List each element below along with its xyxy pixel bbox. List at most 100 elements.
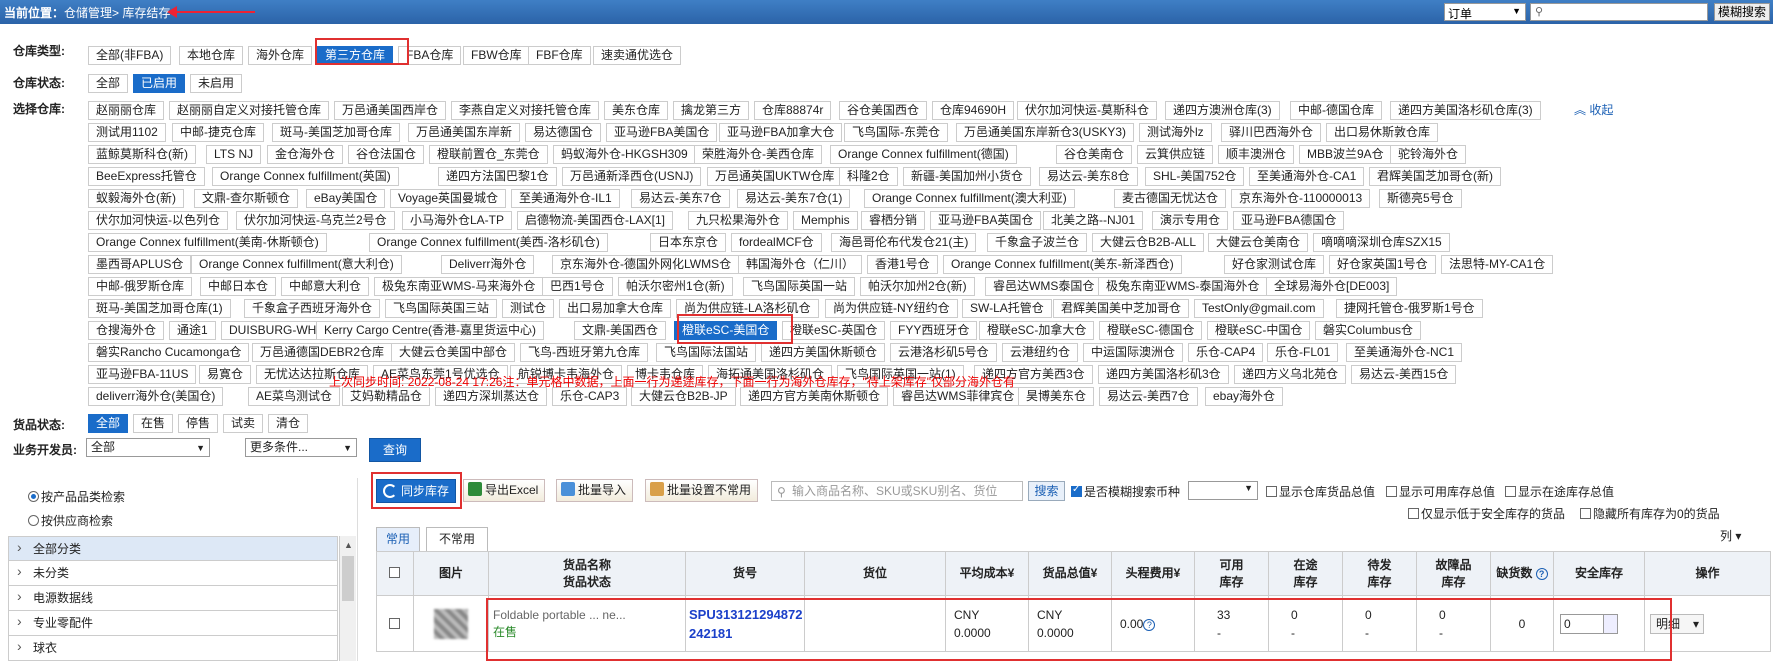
warehouse-option[interactable]: 帕沃尔密州1仓(新) <box>618 277 733 296</box>
warehouse-state-option[interactable]: 全部 <box>88 74 129 93</box>
warehouse-option[interactable]: 好仓家英国1号仓 <box>1329 255 1436 274</box>
warehouse-option[interactable]: 飞鸟国际英国一站 <box>743 277 856 296</box>
warehouse-option[interactable]: 墨西哥APLUS仓 <box>88 255 192 274</box>
query-button[interactable]: 查询 <box>369 438 421 462</box>
warehouse-option[interactable]: 橙联eSC-英国仓 <box>782 321 886 340</box>
warehouse-option[interactable]: 巴西1号仓 <box>542 277 613 296</box>
export-excel-button[interactable]: 导出Excel <box>463 479 546 502</box>
warehouse-option[interactable]: 蚂蚁海外仓-HKGSH309 <box>553 145 696 164</box>
warehouse-option[interactable]: SW-LA托管仓 <box>962 299 1052 318</box>
warehouse-option[interactable]: 驼铃海外仓 <box>1390 145 1467 164</box>
warehouse-option[interactable]: 千象盒子西班牙海外仓 <box>244 299 381 318</box>
warehouse-option[interactable]: Kerry Cargo Centre(香港-嘉里货运中心) <box>316 321 545 340</box>
warehouse-option[interactable]: 仓库94690H <box>932 101 1015 120</box>
warehouse-option[interactable]: 京东海外仓-德国外网化LWMS仓 <box>552 255 740 274</box>
warehouse-option[interactable]: 谷仓法国仓 <box>348 145 425 164</box>
goods-state-option[interactable]: 试卖 <box>223 414 264 433</box>
warehouse-option[interactable]: 顺丰澳洲仓 <box>1218 145 1295 164</box>
warehouse-option[interactable]: 睿栖分销 <box>861 211 926 230</box>
warehouse-option[interactable]: 香港1号仓 <box>867 255 938 274</box>
warehouse-option[interactable]: 极兔东南亚WMS-泰国海外仓 <box>1098 277 1268 296</box>
warehouse-option[interactable]: 仓库88874r <box>754 101 832 120</box>
warehouse-option[interactable]: Orange Connex fulfillment(英国) <box>212 167 399 186</box>
warehouse-option[interactable]: 荣胜海外仓-美西仓库 <box>694 145 822 164</box>
warehouse-option[interactable]: 橙联前置仓_东莞仓 <box>429 145 548 164</box>
warehouse-option[interactable]: 递四方法国巴黎1仓 <box>438 167 557 186</box>
warehouse-option[interactable]: 递四方美国休斯顿仓 <box>761 343 886 362</box>
warehouse-option[interactable]: Orange Connex fulfillment(德国) <box>830 145 1017 164</box>
tab-uncommon[interactable]: 不常用 <box>426 527 488 551</box>
warehouse-option[interactable]: 中邮-德国仓库 <box>1290 101 1382 120</box>
warehouse-option[interactable]: 斑马-美国芝加哥仓库 <box>272 123 400 142</box>
warehouse-option[interactable]: 亚马逊FBA美国仓 <box>606 123 718 142</box>
warehouse-option[interactable]: Orange Connex fulfillment(美南-休斯顿仓) <box>88 233 327 252</box>
warehouse-option[interactable]: 万邑通美国西岸仓 <box>334 101 447 120</box>
warehouse-option[interactable]: 大健云仓美国中部仓 <box>391 343 516 362</box>
warehouse-option[interactable]: 演示专用仓 <box>1152 211 1229 230</box>
warehouse-option[interactable]: Orange Connex fulfillment(澳大利亚) <box>864 189 1075 208</box>
help-icon[interactable]: ? <box>1535 568 1548 580</box>
warehouse-option[interactable]: fordealMCF仓 <box>731 233 822 252</box>
warehouse-option[interactable]: deliverr海外仓(美国仓) <box>88 387 224 406</box>
warehouse-option[interactable]: 美东仓库 <box>604 101 669 120</box>
warehouse-option[interactable]: 北美之路--NJ01 <box>1043 211 1144 230</box>
batch-import-button[interactable]: 批量导入 <box>556 479 634 502</box>
warehouse-option[interactable]: 易寛仓 <box>199 365 252 384</box>
radio-by-category[interactable]: 按产品品类检索 <box>28 488 125 505</box>
warehouse-option[interactable]: 中邮意大利仓 <box>281 277 370 296</box>
warehouse-type-option[interactable]: FBF仓库 <box>528 46 591 65</box>
warehouse-option[interactable]: 出口易休斯敦仓库 <box>1326 123 1439 142</box>
warehouse-option[interactable]: 擒龙第三方 <box>673 101 750 120</box>
warehouse-option[interactable]: 易达云-美西7仓 <box>1099 387 1198 406</box>
warehouse-option[interactable]: 大健云仓B2B-ALL <box>1092 233 1205 252</box>
warehouse-option[interactable]: 至美通海外仓-IL1 <box>511 189 620 208</box>
warehouse-option[interactable]: 磐实Columbus仓 <box>1315 321 1422 340</box>
warehouse-option[interactable]: 易达云-美东7仓 <box>631 189 730 208</box>
warehouse-option[interactable]: 昊博美东仓 <box>1018 387 1095 406</box>
warehouse-option[interactable]: 测试用1102 <box>88 123 166 142</box>
warehouse-option[interactable]: Deliverr海外仓 <box>441 255 535 274</box>
warehouse-option[interactable]: Memphis <box>793 211 858 230</box>
warehouse-option[interactable]: 万邑通美国东岸新仓3(USKY3) <box>956 123 1135 142</box>
warehouse-option[interactable]: LTS NJ <box>206 145 262 164</box>
warehouse-option[interactable]: 云港洛杉矶5号仓 <box>890 343 997 362</box>
warehouse-option[interactable]: 赵丽丽自定义对接托管仓库 <box>169 101 330 120</box>
show-transit-value-checkbox[interactable]: 显示在途库存总值 <box>1505 483 1614 500</box>
warehouse-option[interactable]: 万邑通美国东岸新 <box>408 123 521 142</box>
warehouse-option[interactable]: 万邑通英国UKTW仓库 <box>707 167 843 186</box>
warehouse-option[interactable]: 麦古德国无忧达仓 <box>1114 189 1227 208</box>
warehouse-option[interactable]: 伏尔加河快运-莫斯科仓 <box>1017 101 1157 120</box>
search-button[interactable]: 搜索 <box>1028 481 1065 501</box>
warehouse-option[interactable]: 君辉美国芝加哥仓(新) <box>1369 167 1501 186</box>
warehouse-option[interactable]: 嘀嘀嘀深圳仓库SZX15 <box>1313 233 1450 252</box>
warehouse-option[interactable]: 海邑哥伦布代发仓21(主) <box>831 233 977 252</box>
warehouse-option[interactable]: 橙联eSC-德国仓 <box>1099 321 1203 340</box>
category-item[interactable]: 专业零配件 <box>8 609 338 636</box>
product-search-input[interactable]: ⚲ 输入商品名称、SKU或SKU别名、货位 <box>771 481 1023 501</box>
warehouse-option[interactable]: 新疆-美国加州小货仓 <box>903 167 1031 186</box>
radio-by-supplier[interactable]: 按供应商检索 <box>28 512 113 529</box>
show-total-value-checkbox[interactable]: 显示仓库货品总值 <box>1266 483 1375 500</box>
warehouse-option[interactable]: 文鼎-美国西仓 <box>574 321 666 340</box>
scroll-up-icon[interactable]: ▲ <box>344 540 353 550</box>
warehouse-option[interactable]: TestOnly@gmail.com <box>1194 299 1324 318</box>
warehouse-option[interactable]: 赵丽丽仓库 <box>88 101 165 120</box>
warehouse-state-option[interactable]: 已启用 <box>133 74 186 93</box>
warehouse-option[interactable]: 捷网托管仓-俄罗斯1号仓 <box>1336 299 1483 318</box>
show-available-value-checkbox[interactable]: 显示可用库存总值 <box>1386 483 1495 500</box>
warehouse-option[interactable]: 亚马逊FBA德国仓 <box>1233 211 1345 230</box>
warehouse-option[interactable]: 橙联eSC-加拿大仓 <box>979 321 1095 340</box>
order-type-select[interactable]: 订单 <box>1444 3 1526 21</box>
collapse-link[interactable]: ︽ 收起 <box>1574 101 1613 118</box>
warehouse-option[interactable]: 云箕供应链 <box>1137 145 1214 164</box>
warehouse-option[interactable]: 万邑通新泽西仓(USNJ) <box>562 167 702 186</box>
warehouse-type-option[interactable]: 速卖通优选仓 <box>593 46 682 65</box>
top-search-input[interactable]: ⚲ <box>1530 3 1708 21</box>
warehouse-option[interactable]: 递四方美国洛杉矶仓库(3) <box>1390 101 1541 120</box>
warehouse-option[interactable]: 斑马-美国芝加哥仓库(1) <box>88 299 231 318</box>
warehouse-option[interactable]: 君辉美国美中芝加哥仓 <box>1053 299 1190 318</box>
warehouse-option[interactable]: 科隆2仓 <box>839 167 898 186</box>
warehouse-option[interactable]: 通途1 <box>169 321 216 340</box>
warehouse-option[interactable]: 磐实Rancho Cucamonga仓 <box>88 343 250 362</box>
category-item[interactable]: 全部分类 <box>8 535 338 561</box>
